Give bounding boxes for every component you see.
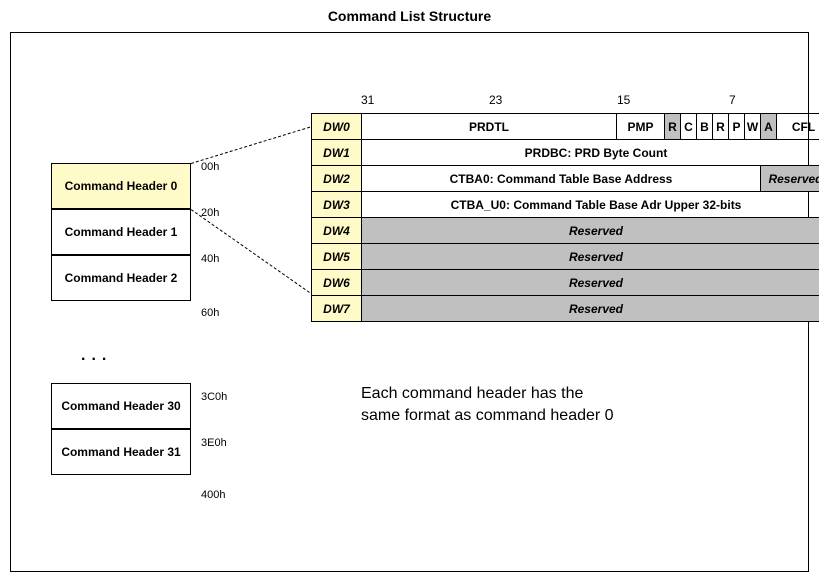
dw-row-label: DW2 bbox=[312, 166, 362, 192]
offset-label: 60h bbox=[201, 307, 219, 319]
table-row: DW0 PRDTL PMP R C B R P W A CFL bbox=[312, 114, 819, 140]
field-reserved: Reserved bbox=[362, 296, 819, 322]
table-row: DW5 Reserved bbox=[312, 244, 819, 270]
field-r2: R bbox=[713, 114, 729, 140]
command-header-2: Command Header 2 bbox=[51, 255, 191, 301]
field-w: W bbox=[745, 114, 761, 140]
field-reserved: Reserved bbox=[761, 166, 819, 192]
field-prdbc: PRDBC: PRD Byte Count bbox=[362, 140, 819, 166]
bit-mark: 31 bbox=[361, 93, 374, 107]
table-row: DW6 Reserved bbox=[312, 270, 819, 296]
dw-row-label: DW5 bbox=[312, 244, 362, 270]
offset-label: 00h bbox=[201, 161, 219, 173]
bit-mark: 15 bbox=[617, 93, 630, 107]
dw-row-label: DW6 bbox=[312, 270, 362, 296]
dword-table-area: 31 23 15 7 0 DW0 PRDTL PMP R C B R P W A… bbox=[311, 93, 819, 322]
bit-ruler: 31 23 15 7 0 bbox=[361, 93, 819, 113]
caption-line: Each command header has the bbox=[361, 383, 614, 405]
field-ctba-u0: CTBA_U0: Command Table Base Adr Upper 32… bbox=[362, 192, 819, 218]
field-r: R bbox=[665, 114, 681, 140]
dw-row-label: DW4 bbox=[312, 218, 362, 244]
offset-label: 3E0h bbox=[201, 437, 227, 449]
dw-row-label: DW1 bbox=[312, 140, 362, 166]
command-header-30: Command Header 30 bbox=[51, 383, 191, 429]
bit-mark: 7 bbox=[729, 93, 736, 107]
field-reserved: Reserved bbox=[362, 270, 819, 296]
offset-label: 40h bbox=[201, 253, 219, 265]
field-prdtl: PRDTL bbox=[362, 114, 617, 140]
bit-mark: 23 bbox=[489, 93, 502, 107]
field-reserved: Reserved bbox=[362, 244, 819, 270]
header-list-top: Command Header 0 00h Command Header 1 20… bbox=[51, 163, 191, 475]
dw-row-label: DW7 bbox=[312, 296, 362, 322]
table-row: DW3 CTBA_U0: Command Table Base Adr Uppe… bbox=[312, 192, 819, 218]
field-pmp: PMP bbox=[617, 114, 665, 140]
command-header-1: Command Header 1 bbox=[51, 209, 191, 255]
command-header-0: Command Header 0 bbox=[51, 163, 191, 209]
table-row: DW4 Reserved bbox=[312, 218, 819, 244]
offset-label: 3C0h bbox=[201, 391, 227, 403]
table-row: DW1 PRDBC: PRD Byte Count bbox=[312, 140, 819, 166]
field-c: C bbox=[681, 114, 697, 140]
field-a: A bbox=[761, 114, 777, 140]
page-title: Command List Structure bbox=[0, 0, 819, 32]
field-b: B bbox=[697, 114, 713, 140]
field-p: P bbox=[729, 114, 745, 140]
ellipsis: ... bbox=[51, 335, 191, 377]
caption-text: Each command header has the same format … bbox=[361, 383, 614, 428]
field-cfl: CFL bbox=[777, 114, 819, 140]
dword-table: DW0 PRDTL PMP R C B R P W A CFL DW1 PRDB… bbox=[311, 113, 819, 322]
table-row: DW7 Reserved bbox=[312, 296, 819, 322]
field-reserved: Reserved bbox=[362, 218, 819, 244]
field-ctba0: CTBA0: Command Table Base Address bbox=[362, 166, 761, 192]
diagram-frame: Command Header 0 00h Command Header 1 20… bbox=[10, 32, 809, 572]
dw-row-label: DW3 bbox=[312, 192, 362, 218]
table-row: DW2 CTBA0: Command Table Base Address Re… bbox=[312, 166, 819, 192]
offset-label: 400h bbox=[201, 489, 225, 501]
command-header-31: Command Header 31 bbox=[51, 429, 191, 475]
caption-line: same format as command header 0 bbox=[361, 405, 614, 427]
dw-row-label: DW0 bbox=[312, 114, 362, 140]
